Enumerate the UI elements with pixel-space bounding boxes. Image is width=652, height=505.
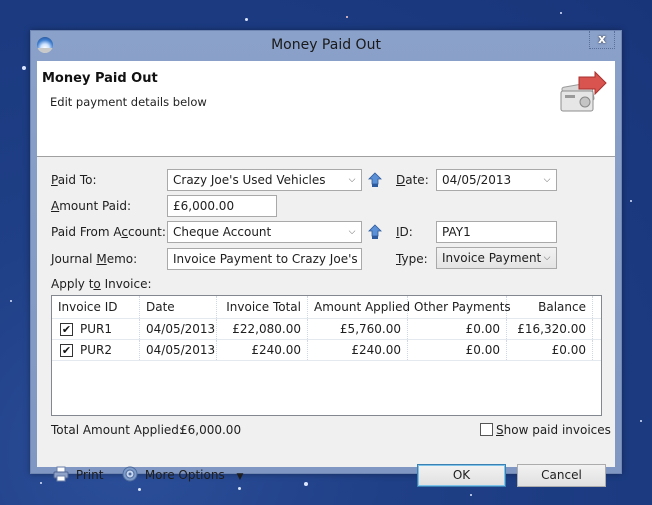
other-payments: £0.00 [408, 319, 507, 339]
column-header-invoice-id[interactable]: Invoice ID [52, 296, 140, 318]
amount-applied[interactable]: £5,760.00 [308, 319, 408, 339]
paid-to-label: Paid To: [51, 173, 97, 187]
dialog-header: Money Paid Out Edit payment details belo… [37, 61, 615, 157]
dropdown-arrow-icon: ▼ [236, 472, 244, 482]
apply-to-invoice-label: Apply to Invoice: [51, 277, 152, 291]
invoice-date: 04/05/2013 [140, 319, 217, 339]
date-value: 04/05/2013 [442, 173, 512, 187]
invoice-grid[interactable]: Invoice ID Date Invoice Total Amount App… [51, 295, 602, 416]
total-amount-applied-label: Total Amount Applied: [51, 423, 183, 437]
ok-button[interactable]: OK [417, 464, 506, 487]
type-value: Invoice Payment [442, 251, 542, 265]
column-header-other-payments[interactable]: Other Payments [408, 296, 511, 318]
show-paid-invoices-label[interactable]: Show paid invoices [496, 423, 611, 437]
balance: £0.00 [507, 340, 593, 360]
row-checkbox[interactable]: ✔ [60, 344, 73, 357]
paid-from-account-label: Paid From Account: [51, 225, 166, 239]
amount-paid-input[interactable]: £6,000.00 [167, 195, 277, 217]
invoice-id: PUR2 [80, 343, 112, 357]
print-button[interactable]: Print [53, 466, 103, 483]
card-file-up-arrow-icon[interactable] [368, 172, 382, 188]
cancel-button[interactable]: Cancel [517, 464, 606, 487]
type-label: Type: [396, 252, 428, 266]
title-bar[interactable]: Money Paid Out x [31, 31, 621, 61]
date-picker[interactable]: 04/05/2013 ⌵ [436, 169, 557, 191]
invoice-id: PUR1 [80, 322, 112, 336]
total-amount-applied-value: £6,000.00 [180, 423, 242, 437]
show-paid-invoices-checkbox[interactable] [480, 423, 493, 436]
chevron-down-icon: ⌵ [543, 253, 551, 263]
grid-header: Invoice ID Date Invoice Total Amount App… [52, 296, 601, 319]
date-label: Date: [396, 173, 429, 187]
column-header-invoice-total[interactable]: Invoice Total [217, 296, 308, 318]
table-row[interactable]: ✔ PUR1 04/05/2013 £22,080.00 £5,760.00 £… [52, 319, 601, 340]
header-subtitle: Edit payment details below [50, 95, 207, 109]
other-payments: £0.00 [408, 340, 507, 360]
amount-applied[interactable]: £240.00 [308, 340, 408, 360]
balance: £16,320.00 [507, 319, 593, 339]
journal-memo-value: Invoice Payment to Crazy Joe's Used Vehi… [173, 252, 361, 266]
id-input[interactable]: PAY1 [436, 221, 557, 243]
column-header-date[interactable]: Date [140, 296, 217, 318]
invoice-total: £240.00 [217, 340, 308, 360]
header-title: Money Paid Out [42, 71, 158, 86]
print-label: Print [75, 468, 104, 482]
id-label: ID: [396, 225, 413, 239]
gear-icon [122, 466, 138, 482]
chevron-down-icon: ⌵ [543, 175, 551, 185]
more-options-button[interactable]: More Options ▼ [122, 466, 243, 485]
invoice-id-cell: ✔ PUR2 [52, 340, 140, 360]
more-options-label: More Options [144, 468, 225, 482]
invoice-id-cell: ✔ PUR1 [52, 319, 140, 339]
amount-paid-value: £6,000.00 [173, 199, 235, 213]
close-icon: x [598, 32, 606, 46]
row-checkbox[interactable]: ✔ [60, 323, 73, 336]
money-transfer-icon [560, 71, 607, 112]
column-header-amount-applied[interactable]: Amount Applied [308, 296, 410, 318]
paid-to-value: Crazy Joe's Used Vehicles [173, 173, 326, 187]
close-button[interactable]: x [589, 31, 615, 49]
chevron-down-icon: ⌵ [348, 175, 356, 185]
account-up-arrow-icon[interactable] [368, 224, 382, 240]
paid-to-select[interactable]: Crazy Joe's Used Vehicles ⌵ [167, 169, 362, 191]
chevron-down-icon: ⌵ [348, 227, 356, 237]
table-row[interactable]: ✔ PUR2 04/05/2013 £240.00 £240.00 £0.00 … [52, 340, 601, 361]
paid-from-value: Cheque Account [173, 225, 272, 239]
type-select[interactable]: Invoice Payment ⌵ [436, 247, 557, 269]
invoice-date: 04/05/2013 [140, 340, 217, 360]
window-title: Money Paid Out [271, 37, 381, 53]
money-paid-out-dialog: Money Paid Out x Money Paid Out Edit pay… [30, 30, 622, 487]
id-value: PAY1 [442, 225, 471, 239]
invoice-total: £22,080.00 [217, 319, 308, 339]
paid-from-account-select[interactable]: Cheque Account ⌵ [167, 221, 362, 243]
column-header-balance[interactable]: Balance [507, 296, 593, 318]
journal-memo-label: Journal Memo: [51, 252, 138, 266]
printer-icon [53, 466, 69, 482]
dialog-body: Money Paid Out Edit payment details belo… [37, 61, 615, 487]
journal-memo-input[interactable]: Invoice Payment to Crazy Joe's Used Vehi… [167, 248, 362, 270]
amount-paid-label: Amount Paid: [51, 199, 132, 213]
